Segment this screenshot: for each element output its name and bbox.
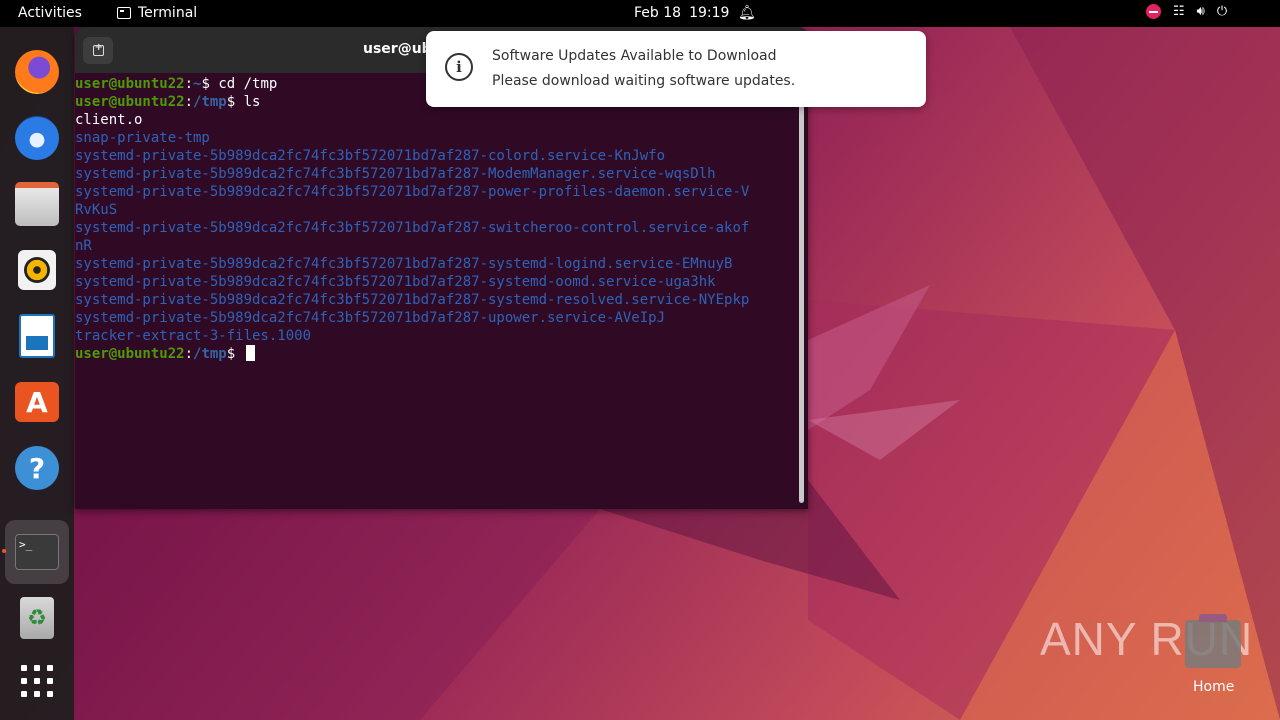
prompt-separator: : [184, 346, 194, 362]
prompt-symbol: $ [201, 76, 210, 92]
do-not-disturb-icon[interactable] [1146, 4, 1161, 19]
app-menu-label: Terminal [138, 5, 198, 21]
notification-title: Software Updates Available to Download [492, 48, 777, 64]
dock: A ? >_ ♻ [0, 27, 74, 720]
terminal-line: systemd-private-5b989dca2fc74fc3bf572071… [75, 147, 808, 165]
file-entry: client.o [75, 112, 143, 128]
dock-trash[interactable]: ♻ [5, 586, 69, 650]
terminal-line: tracker-extract-3-files.1000 [75, 327, 808, 345]
dock-rhythmbox[interactable] [5, 238, 69, 302]
terminal-line: systemd-private-5b989dca2fc74fc3bf572071… [75, 165, 808, 183]
prompt-separator: : [184, 76, 194, 92]
notification-banner[interactable]: i Software Updates Available to Download… [426, 31, 926, 107]
volume-icon[interactable]: 🔊︎ [1197, 4, 1205, 19]
terminal-scrollbar[interactable] [799, 103, 804, 503]
prompt-path: /tmp [193, 346, 227, 362]
terminal-output[interactable]: user@ubuntu22:~$ cd /tmp user@ubuntu22:/t… [75, 75, 808, 505]
activities-button[interactable]: Activities [18, 5, 82, 21]
command-text: ls [235, 94, 261, 110]
help-icon: ? [15, 446, 59, 490]
terminal-line: systemd-private-5b989dca2fc74fc3bf572071… [75, 273, 808, 291]
terminal-icon: >_ [15, 534, 59, 570]
terminal-line: systemd-private-5b989dca2fc74fc3bf572071… [75, 183, 808, 201]
terminal-line: systemd-private-5b989dca2fc74fc3bf572071… [75, 219, 808, 237]
command-text: cd /tmp [209, 76, 278, 92]
network-icon[interactable]: ☷ [1173, 4, 1185, 19]
terminal-line: snap-private-tmp [75, 129, 808, 147]
terminal-line: systemd-private-5b989dca2fc74fc3bf572071… [75, 255, 808, 273]
directory-entry: systemd-private-5b989dca2fc74fc3bf572071… [75, 220, 750, 236]
terminal-title: user@ub [363, 41, 432, 57]
dock-app-grid[interactable] [5, 649, 69, 713]
files-icon [15, 182, 59, 226]
terminal-line: systemd-private-5b989dca2fc74fc3bf572071… [75, 291, 808, 309]
terminal-icon [117, 7, 131, 19]
terminal-line: client.o [75, 111, 808, 129]
directory-entry: systemd-private-5b989dca2fc74fc3bf572071… [75, 184, 750, 200]
dock-terminal[interactable]: >_ [5, 520, 69, 584]
prompt-user: user@ubuntu22 [75, 346, 185, 362]
directory-entry: tracker-extract-3-files.1000 [75, 328, 312, 344]
clock[interactable]: Feb 18 19:19 [634, 5, 729, 21]
app-grid-icon [21, 665, 53, 697]
directory-entry: systemd-private-5b989dca2fc74fc3bf572071… [75, 256, 733, 272]
directory-entry: systemd-private-5b989dca2fc74fc3bf572071… [75, 166, 716, 182]
prompt-symbol: $ [226, 346, 236, 362]
dock-software[interactable]: A [5, 370, 69, 434]
firefox-icon [15, 50, 59, 94]
dock-writer[interactable] [5, 304, 69, 368]
prompt-path: /tmp [193, 94, 227, 110]
terminal-line: systemd-private-5b989dca2fc74fc3bf572071… [75, 309, 808, 327]
prompt-user: user@ubuntu22 [75, 94, 185, 110]
thunderbird-icon [15, 116, 59, 160]
directory-entry: snap-private-tmp [75, 130, 210, 146]
prompt-user: user@ubuntu22 [75, 76, 185, 92]
clock-date: Feb 18 [634, 5, 682, 21]
home-folder-label: Home [1193, 679, 1235, 695]
trash-icon: ♻ [20, 597, 54, 639]
clock-time: 19:19 [689, 5, 730, 21]
prompt-symbol: $ [226, 94, 236, 110]
directory-entry: systemd-private-5b989dca2fc74fc3bf572071… [75, 292, 750, 308]
dock-files[interactable] [5, 172, 69, 236]
writer-icon [19, 314, 55, 358]
new-tab-button[interactable] [83, 37, 113, 64]
directory-entry: systemd-private-5b989dca2fc74fc3bf572071… [75, 274, 716, 290]
directory-entry: systemd-private-5b989dca2fc74fc3bf572071… [75, 148, 666, 164]
home-folder-icon[interactable] [1185, 614, 1241, 668]
terminal-line: user@ubuntu22:/tmp$ [75, 345, 808, 363]
notification-body: Please download waiting software updates… [492, 73, 796, 89]
terminal-line: RvKuS [75, 201, 808, 219]
bell-icon[interactable]: 🔔︎ [738, 5, 756, 21]
text-cursor [245, 345, 255, 361]
system-tray[interactable]: ☷ 🔊︎ ⏻ [1146, 4, 1227, 19]
directory-entry: RvKuS [75, 202, 118, 218]
rhythmbox-icon [18, 250, 56, 290]
new-tab-icon [92, 42, 104, 56]
directory-entry: systemd-private-5b989dca2fc74fc3bf572071… [75, 310, 666, 326]
dock-help[interactable]: ? [5, 436, 69, 500]
dock-thunderbird[interactable] [5, 106, 69, 170]
command-text [235, 346, 243, 362]
app-menu[interactable]: Terminal [117, 5, 197, 21]
top-bar: Activities Terminal Feb 18 19:19 🔔︎ ☷ 🔊︎… [0, 0, 1280, 27]
dock-firefox[interactable] [5, 40, 69, 104]
prompt-separator: : [184, 94, 194, 110]
info-icon: i [445, 53, 473, 81]
software-icon: A [15, 382, 59, 422]
directory-entry: nR [75, 238, 92, 254]
terminal-line: nR [75, 237, 808, 255]
power-icon[interactable]: ⏻ [1217, 4, 1227, 19]
